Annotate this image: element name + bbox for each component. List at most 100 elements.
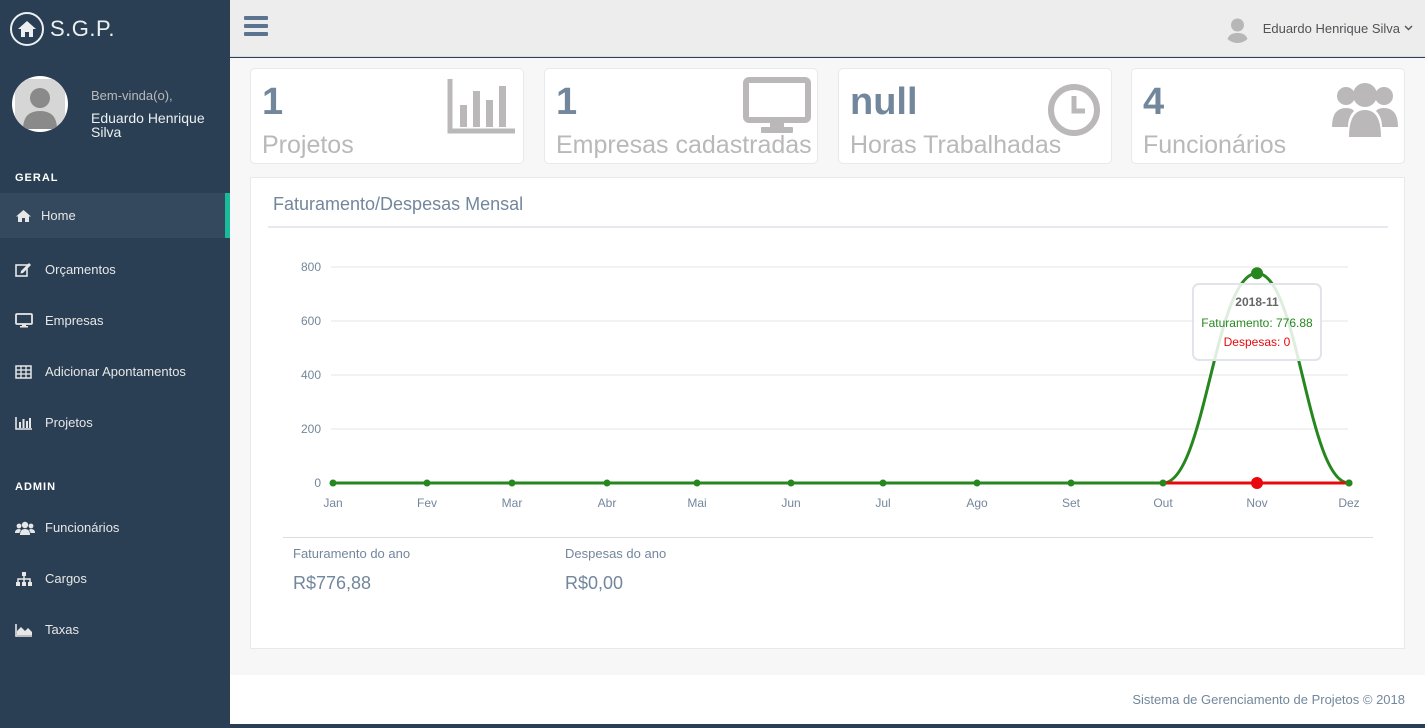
user-menu[interactable]: Eduardo Henrique Silva (1222, 14, 1413, 43)
x-tick-label: Jul (875, 496, 890, 510)
data-point-faturamento (693, 479, 701, 487)
home-icon (10, 12, 44, 46)
section-title-geral: GERAL (15, 172, 59, 184)
sidebar-item-projetos[interactable]: Projetos (0, 397, 230, 448)
sidebar-item-funcionarios[interactable]: Funcionários (0, 502, 230, 553)
sidebar-item-label: Home (41, 208, 76, 223)
x-tick-label: Nov (1246, 496, 1267, 510)
x-tick-label: Fev (417, 496, 437, 510)
avatar (1222, 14, 1252, 43)
users-icon (15, 520, 35, 536)
sidebar-item-cargos[interactable]: Cargos (0, 553, 230, 604)
profile-name: Eduardo Henrique Silva (91, 110, 205, 140)
data-point-faturamento (603, 479, 611, 487)
profile: Bem-vinda(o), Eduardo Henrique Silva (0, 58, 230, 156)
chevron-down-icon (1404, 23, 1413, 34)
top-nav: Eduardo Henrique Silva (230, 0, 1425, 57)
sidebar-item-label: Empresas (45, 313, 104, 328)
sidebar-item-label: Adicionar Apontamentos (45, 364, 186, 379)
brand-name: S.G.P. (50, 16, 115, 41)
sidebar-item-label: Projetos (45, 415, 93, 430)
area-chart-icon (15, 622, 35, 638)
data-point-faturamento (1067, 479, 1075, 487)
y-tick-label: 0 (314, 476, 321, 490)
brand[interactable]: S.G.P. (0, 0, 230, 58)
x-tick-label: Dez (1338, 496, 1359, 510)
chart-panel: Faturamento/Despesas Mensal 800 600 400 200… (250, 177, 1405, 649)
menu-admin: Funcionários Cargos Taxas (0, 502, 230, 655)
x-tick-label: Ago (966, 496, 988, 510)
y-tick-label: 600 (301, 314, 321, 328)
sidebar-item-label: Cargos (45, 571, 87, 586)
tile-label: Funcionários (1143, 131, 1287, 159)
tooltip-faturamento: Faturamento: 776.88 (1201, 316, 1313, 330)
tile-projetos: 1 Projetos (250, 68, 524, 164)
sidebar-item-empresas[interactable]: Empresas (0, 295, 230, 346)
tile-empresas: 1 Empresas cadastradas (544, 68, 818, 164)
x-tick-label: Mai (687, 496, 706, 510)
line-chart[interactable]: 800 600 400 200 0Jan Fev Mar Abr Mai Jun Jul Ago Set… (251, 228, 1406, 518)
x-tick-label: Mar (502, 496, 523, 510)
summary-label: Faturamento do ano (293, 546, 411, 561)
sitemap-icon (15, 571, 35, 587)
y-tick-label: 400 (301, 368, 321, 382)
data-point-faturamento (423, 479, 431, 487)
data-point-faturamento (329, 479, 337, 487)
home-icon (15, 208, 35, 224)
summary-faturamento: Faturamento do ano R$776,88 (293, 546, 410, 594)
tile-count: null (850, 81, 918, 123)
divider (283, 537, 1373, 538)
sidebar-item-home[interactable]: Home (0, 193, 230, 238)
sidebar-item-label: Orçamentos (45, 262, 116, 277)
data-point-faturamento (787, 479, 795, 487)
summary-despesas: Despesas do ano R$0,00 (565, 546, 666, 594)
y-tick-label: 800 (301, 260, 321, 274)
edit-icon (15, 262, 35, 278)
tile-count: 4 (1143, 81, 1165, 123)
x-tick-label: Jan (323, 496, 342, 510)
data-point-despesas (1251, 477, 1263, 489)
profile-avatar (12, 76, 68, 132)
footer-text: Sistema de Gerenciamento de Projetos © 2… (1132, 692, 1405, 707)
sidebar-item-label: Taxas (45, 622, 79, 637)
sidebar-item-orcamentos[interactable]: Orçamentos (0, 244, 230, 295)
main-content: 1 Projetos 1 Empresas cadastradas null H… (230, 58, 1425, 675)
y-tick-label: 200 (301, 422, 321, 436)
x-tick-label: Out (1153, 496, 1173, 510)
tile-count: 1 (262, 81, 284, 123)
data-point-faturamento (508, 479, 516, 487)
x-tick-label: Abr (598, 496, 617, 510)
sidebar-item-taxas[interactable]: Taxas (0, 604, 230, 655)
tile-label: Projetos (262, 131, 354, 159)
menu-toggle-icon[interactable] (244, 16, 268, 38)
data-point-despesas (1345, 479, 1353, 487)
tile-count: 1 (556, 81, 578, 123)
bar-chart-icon (15, 415, 35, 431)
summary-value: R$776,88 (293, 573, 372, 593)
footer: Sistema de Gerenciamento de Projetos © 2… (230, 675, 1425, 724)
user-name: Eduardo Henrique Silva (1262, 21, 1400, 36)
menu-geral: Home Orçamentos Empresas Adicionar Apont… (0, 193, 230, 448)
users-icon (1332, 77, 1398, 144)
section-title-admin: ADMIN (15, 481, 57, 493)
welcome-text: Bem-vinda(o), (91, 88, 173, 103)
x-tick-label: Set (1062, 496, 1081, 510)
desktop-icon (15, 313, 35, 329)
data-point-faturamento (973, 479, 981, 487)
tooltip-despesas: Despesas: 0 (1224, 335, 1291, 349)
desktop-icon (743, 77, 811, 140)
table-icon (15, 364, 35, 380)
data-point-faturamento (1159, 479, 1167, 487)
panel-title: Faturamento/Despesas Mensal (273, 194, 524, 214)
x-tick-label: Jun (781, 496, 800, 510)
tile-label: Horas Trabalhadas (850, 131, 1062, 159)
sidebar-item-label: Funcionários (45, 520, 120, 535)
sidebar-item-adicionar-apontamentos[interactable]: Adicionar Apontamentos (0, 346, 230, 397)
tooltip-title: 2018-11 (1235, 295, 1279, 309)
tile-funcionarios: 4 Funcionários (1131, 68, 1405, 164)
data-point-faturamento (1251, 267, 1263, 280)
bar-chart-icon (447, 77, 517, 140)
tile-horas: null Horas Trabalhadas (838, 68, 1112, 164)
data-point-faturamento (879, 479, 887, 487)
summary-value: R$0,00 (565, 573, 624, 593)
